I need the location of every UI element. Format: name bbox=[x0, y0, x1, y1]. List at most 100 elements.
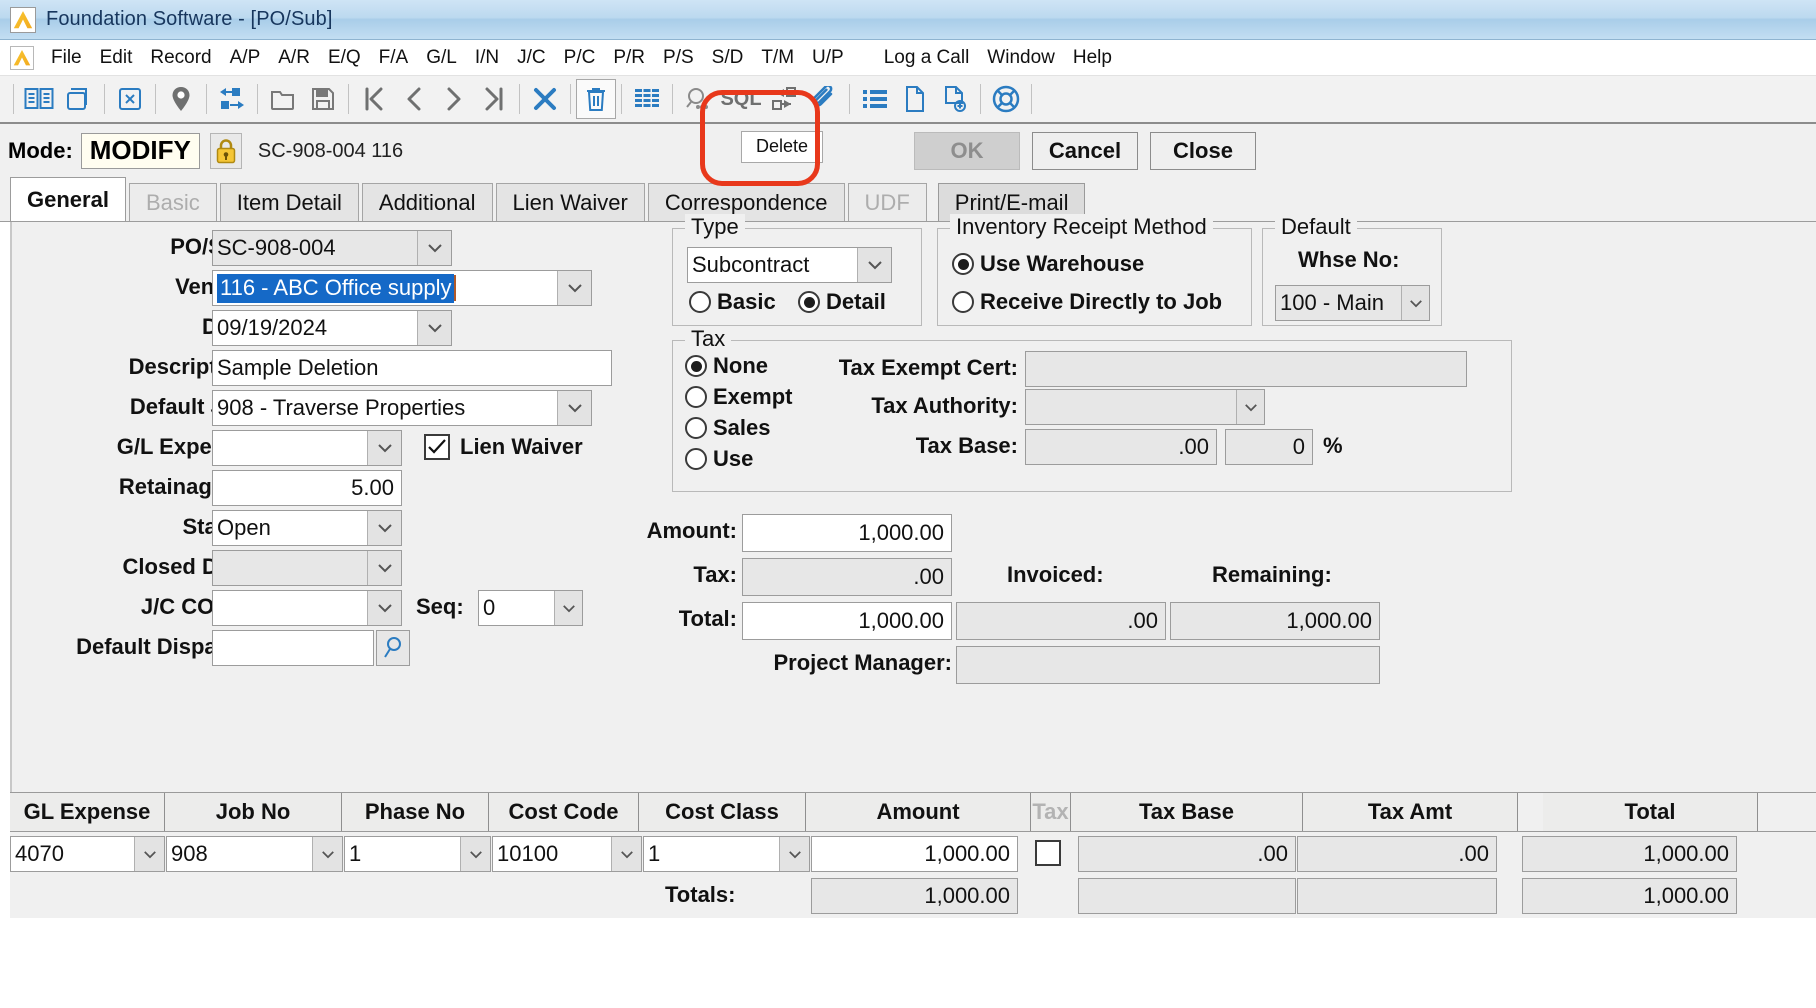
add-document-icon[interactable] bbox=[935, 79, 975, 119]
jc-co-no-combo[interactable] bbox=[212, 590, 402, 626]
tax-radio-none[interactable]: None bbox=[685, 353, 768, 379]
grid-col-total[interactable]: Total bbox=[1543, 793, 1758, 831]
total-input[interactable]: 1,000.00 bbox=[742, 602, 952, 640]
tax-radio-exempt[interactable]: Exempt bbox=[685, 384, 792, 410]
status-combo[interactable]: Open bbox=[212, 510, 402, 546]
chevron-down-icon[interactable] bbox=[557, 391, 591, 425]
grid-col-tax-amt[interactable]: Tax Amt bbox=[1303, 793, 1518, 831]
tab-general[interactable]: General bbox=[10, 177, 126, 221]
grid-col-gl-expense[interactable]: GL Expense bbox=[10, 793, 165, 831]
menu-item-jc[interactable]: J/C bbox=[508, 45, 555, 71]
previous-record-icon[interactable] bbox=[394, 79, 434, 119]
tax-input[interactable]: .00 bbox=[742, 558, 952, 596]
chevron-down-icon[interactable] bbox=[312, 837, 342, 871]
menu-item-file[interactable]: File bbox=[42, 45, 91, 71]
menu-item-tm[interactable]: T/M bbox=[752, 45, 803, 71]
tax-rate-input[interactable]: 0 bbox=[1225, 429, 1313, 465]
close-record-icon[interactable] bbox=[110, 79, 150, 119]
first-record-icon[interactable] bbox=[354, 79, 394, 119]
bullet-list-icon[interactable] bbox=[855, 79, 895, 119]
menu-item-in[interactable]: I/N bbox=[466, 45, 508, 71]
amount-input[interactable]: 1,000.00 bbox=[742, 514, 952, 552]
menu-item-ar[interactable]: A/R bbox=[269, 45, 319, 71]
delete-trash-icon[interactable] bbox=[576, 79, 616, 119]
cell-total[interactable]: 1,000.00 bbox=[1522, 836, 1737, 872]
retainage-input[interactable]: 5.00 bbox=[212, 470, 402, 506]
menu-item-sd[interactable]: S/D bbox=[703, 45, 753, 71]
cell-gl-expense[interactable]: 4070 bbox=[10, 836, 165, 872]
cell-cost-code[interactable]: 10100 bbox=[492, 836, 642, 872]
close-button[interactable]: Close bbox=[1150, 132, 1256, 170]
chevron-down-icon[interactable] bbox=[779, 837, 809, 871]
dispatch-lookup-button[interactable] bbox=[376, 630, 410, 666]
menu-item-ps[interactable]: P/S bbox=[654, 45, 703, 71]
remaining-input[interactable]: 1,000.00 bbox=[1170, 602, 1380, 640]
attachment-icon[interactable] bbox=[804, 79, 844, 119]
cell-amount[interactable]: 1,000.00 bbox=[811, 836, 1018, 872]
tab-correspondence[interactable]: Correspondence bbox=[647, 183, 845, 221]
menu-item-record[interactable]: Record bbox=[141, 45, 220, 71]
menu-item-ap[interactable]: A/P bbox=[221, 45, 270, 71]
cell-tax-base[interactable]: .00 bbox=[1078, 836, 1296, 872]
grid-col-cost-code[interactable]: Cost Code bbox=[489, 793, 639, 831]
chevron-down-icon[interactable] bbox=[1236, 390, 1264, 424]
cell-tax-amt[interactable]: .00 bbox=[1297, 836, 1497, 872]
cell-tax-checkbox[interactable] bbox=[1035, 840, 1061, 866]
book-icon[interactable] bbox=[19, 79, 59, 119]
tab-additional[interactable]: Additional bbox=[361, 183, 493, 221]
workflow-icon[interactable] bbox=[764, 79, 804, 119]
vendor-combo[interactable]: 116 - ABC Office supply bbox=[212, 270, 592, 306]
chevron-down-icon[interactable] bbox=[611, 837, 641, 871]
description-input[interactable]: Sample Deletion bbox=[212, 350, 612, 386]
gl-expense-combo[interactable] bbox=[212, 430, 402, 466]
chevron-down-icon[interactable] bbox=[367, 591, 401, 625]
type-combo[interactable]: Subcontract bbox=[687, 247, 892, 283]
grid-col-job-no[interactable]: Job No bbox=[165, 793, 342, 831]
type-radio-basic[interactable]: Basic bbox=[689, 289, 776, 315]
cell-phase-no[interactable]: 1 bbox=[344, 836, 491, 872]
chevron-down-icon[interactable] bbox=[857, 248, 891, 282]
document-icon[interactable] bbox=[895, 79, 935, 119]
cell-job-no[interactable]: 908 bbox=[166, 836, 343, 872]
chevron-down-icon[interactable] bbox=[367, 431, 401, 465]
lien-waiver-checkbox[interactable] bbox=[424, 434, 450, 460]
menu-item-help[interactable]: Help bbox=[1064, 45, 1121, 71]
default-job-combo[interactable]: 908 - Traverse Properties bbox=[212, 390, 592, 426]
menu-item-window[interactable]: Window bbox=[978, 45, 1064, 71]
search-icon[interactable] bbox=[678, 79, 718, 119]
save-icon[interactable] bbox=[303, 79, 343, 119]
cell-cost-class[interactable]: 1 bbox=[643, 836, 810, 872]
menu-item-pc[interactable]: P/C bbox=[555, 45, 605, 71]
new-folder-icon[interactable] bbox=[263, 79, 303, 119]
cancel-button[interactable]: Cancel bbox=[1032, 132, 1138, 170]
grid-col-cost-class[interactable]: Cost Class bbox=[639, 793, 806, 831]
project-manager-input[interactable] bbox=[956, 646, 1380, 684]
menu-item-log-a-call[interactable]: Log a Call bbox=[875, 45, 979, 71]
tab-lien-waiver[interactable]: Lien Waiver bbox=[495, 183, 645, 221]
chevron-down-icon[interactable] bbox=[367, 551, 401, 585]
menu-item-pr[interactable]: P/R bbox=[604, 45, 654, 71]
date-combo[interactable]: 09/19/2024 bbox=[212, 310, 452, 346]
grid-col-tax-base[interactable]: Tax Base bbox=[1071, 793, 1303, 831]
list-grid-icon[interactable] bbox=[627, 79, 667, 119]
po-sub-combo[interactable]: SC-908-004 bbox=[212, 230, 452, 266]
grid-col-phase-no[interactable]: Phase No bbox=[342, 793, 489, 831]
tax-base-input[interactable]: .00 bbox=[1025, 429, 1217, 465]
menu-item-gl[interactable]: G/L bbox=[417, 45, 466, 71]
cancel-x-icon[interactable] bbox=[525, 79, 565, 119]
tax-exempt-cert-input[interactable] bbox=[1025, 351, 1467, 387]
grid-col-amount[interactable]: Amount bbox=[806, 793, 1031, 831]
type-radio-detail[interactable]: Detail bbox=[798, 289, 886, 315]
menu-item-up[interactable]: U/P bbox=[803, 45, 853, 71]
last-record-icon[interactable] bbox=[474, 79, 514, 119]
lock-icon[interactable] bbox=[209, 133, 242, 169]
chevron-down-icon[interactable] bbox=[460, 837, 490, 871]
location-pin-icon[interactable] bbox=[161, 79, 201, 119]
whse-no-combo[interactable]: 100 - Main bbox=[1275, 285, 1430, 321]
invoiced-input[interactable]: .00 bbox=[956, 602, 1166, 640]
menu-item-edit[interactable]: Edit bbox=[91, 45, 142, 71]
tab-item-detail[interactable]: Item Detail bbox=[219, 183, 359, 221]
transfer-icon[interactable] bbox=[212, 79, 252, 119]
closed-date-combo[interactable] bbox=[212, 550, 402, 586]
default-dispatch-input[interactable] bbox=[212, 630, 374, 666]
